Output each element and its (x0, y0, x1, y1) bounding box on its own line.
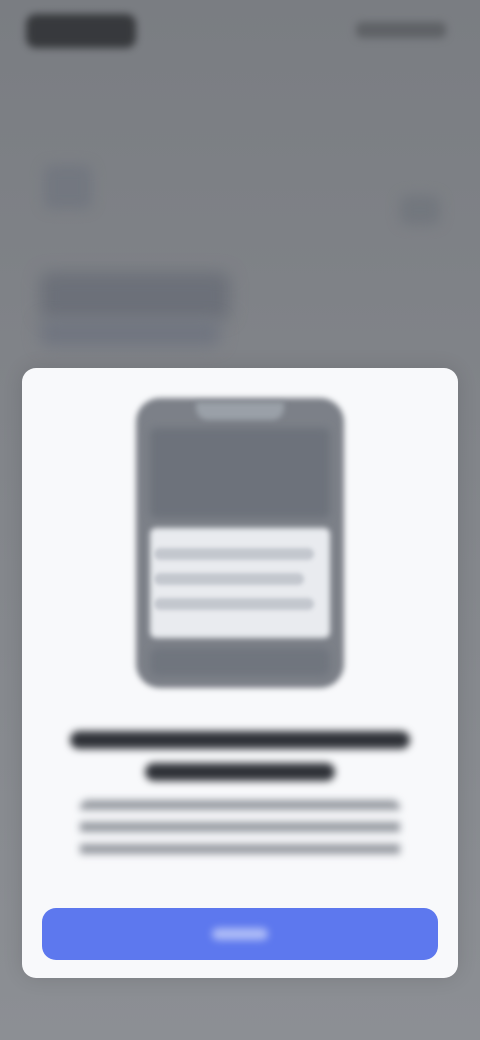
phone-illustration (136, 398, 344, 688)
status-icons (356, 22, 446, 38)
background-page-subtitle (40, 320, 220, 346)
header-action-button (400, 195, 440, 225)
phone-screen-header-image (150, 428, 330, 518)
status-time (26, 14, 136, 48)
phone-screen-footer-image (150, 648, 330, 676)
onboarding-modal (22, 368, 458, 978)
phone-screen-row-image (154, 598, 314, 610)
phone-notch-image (196, 402, 284, 420)
background-page-title (40, 272, 230, 320)
modal-description (72, 800, 408, 860)
back-button (44, 165, 92, 209)
phone-screen-row-image (154, 548, 314, 560)
continue-button[interactable] (42, 908, 438, 960)
modal-title (64, 724, 416, 781)
continue-button-label (212, 927, 268, 940)
phone-screen-row-image (154, 573, 304, 585)
